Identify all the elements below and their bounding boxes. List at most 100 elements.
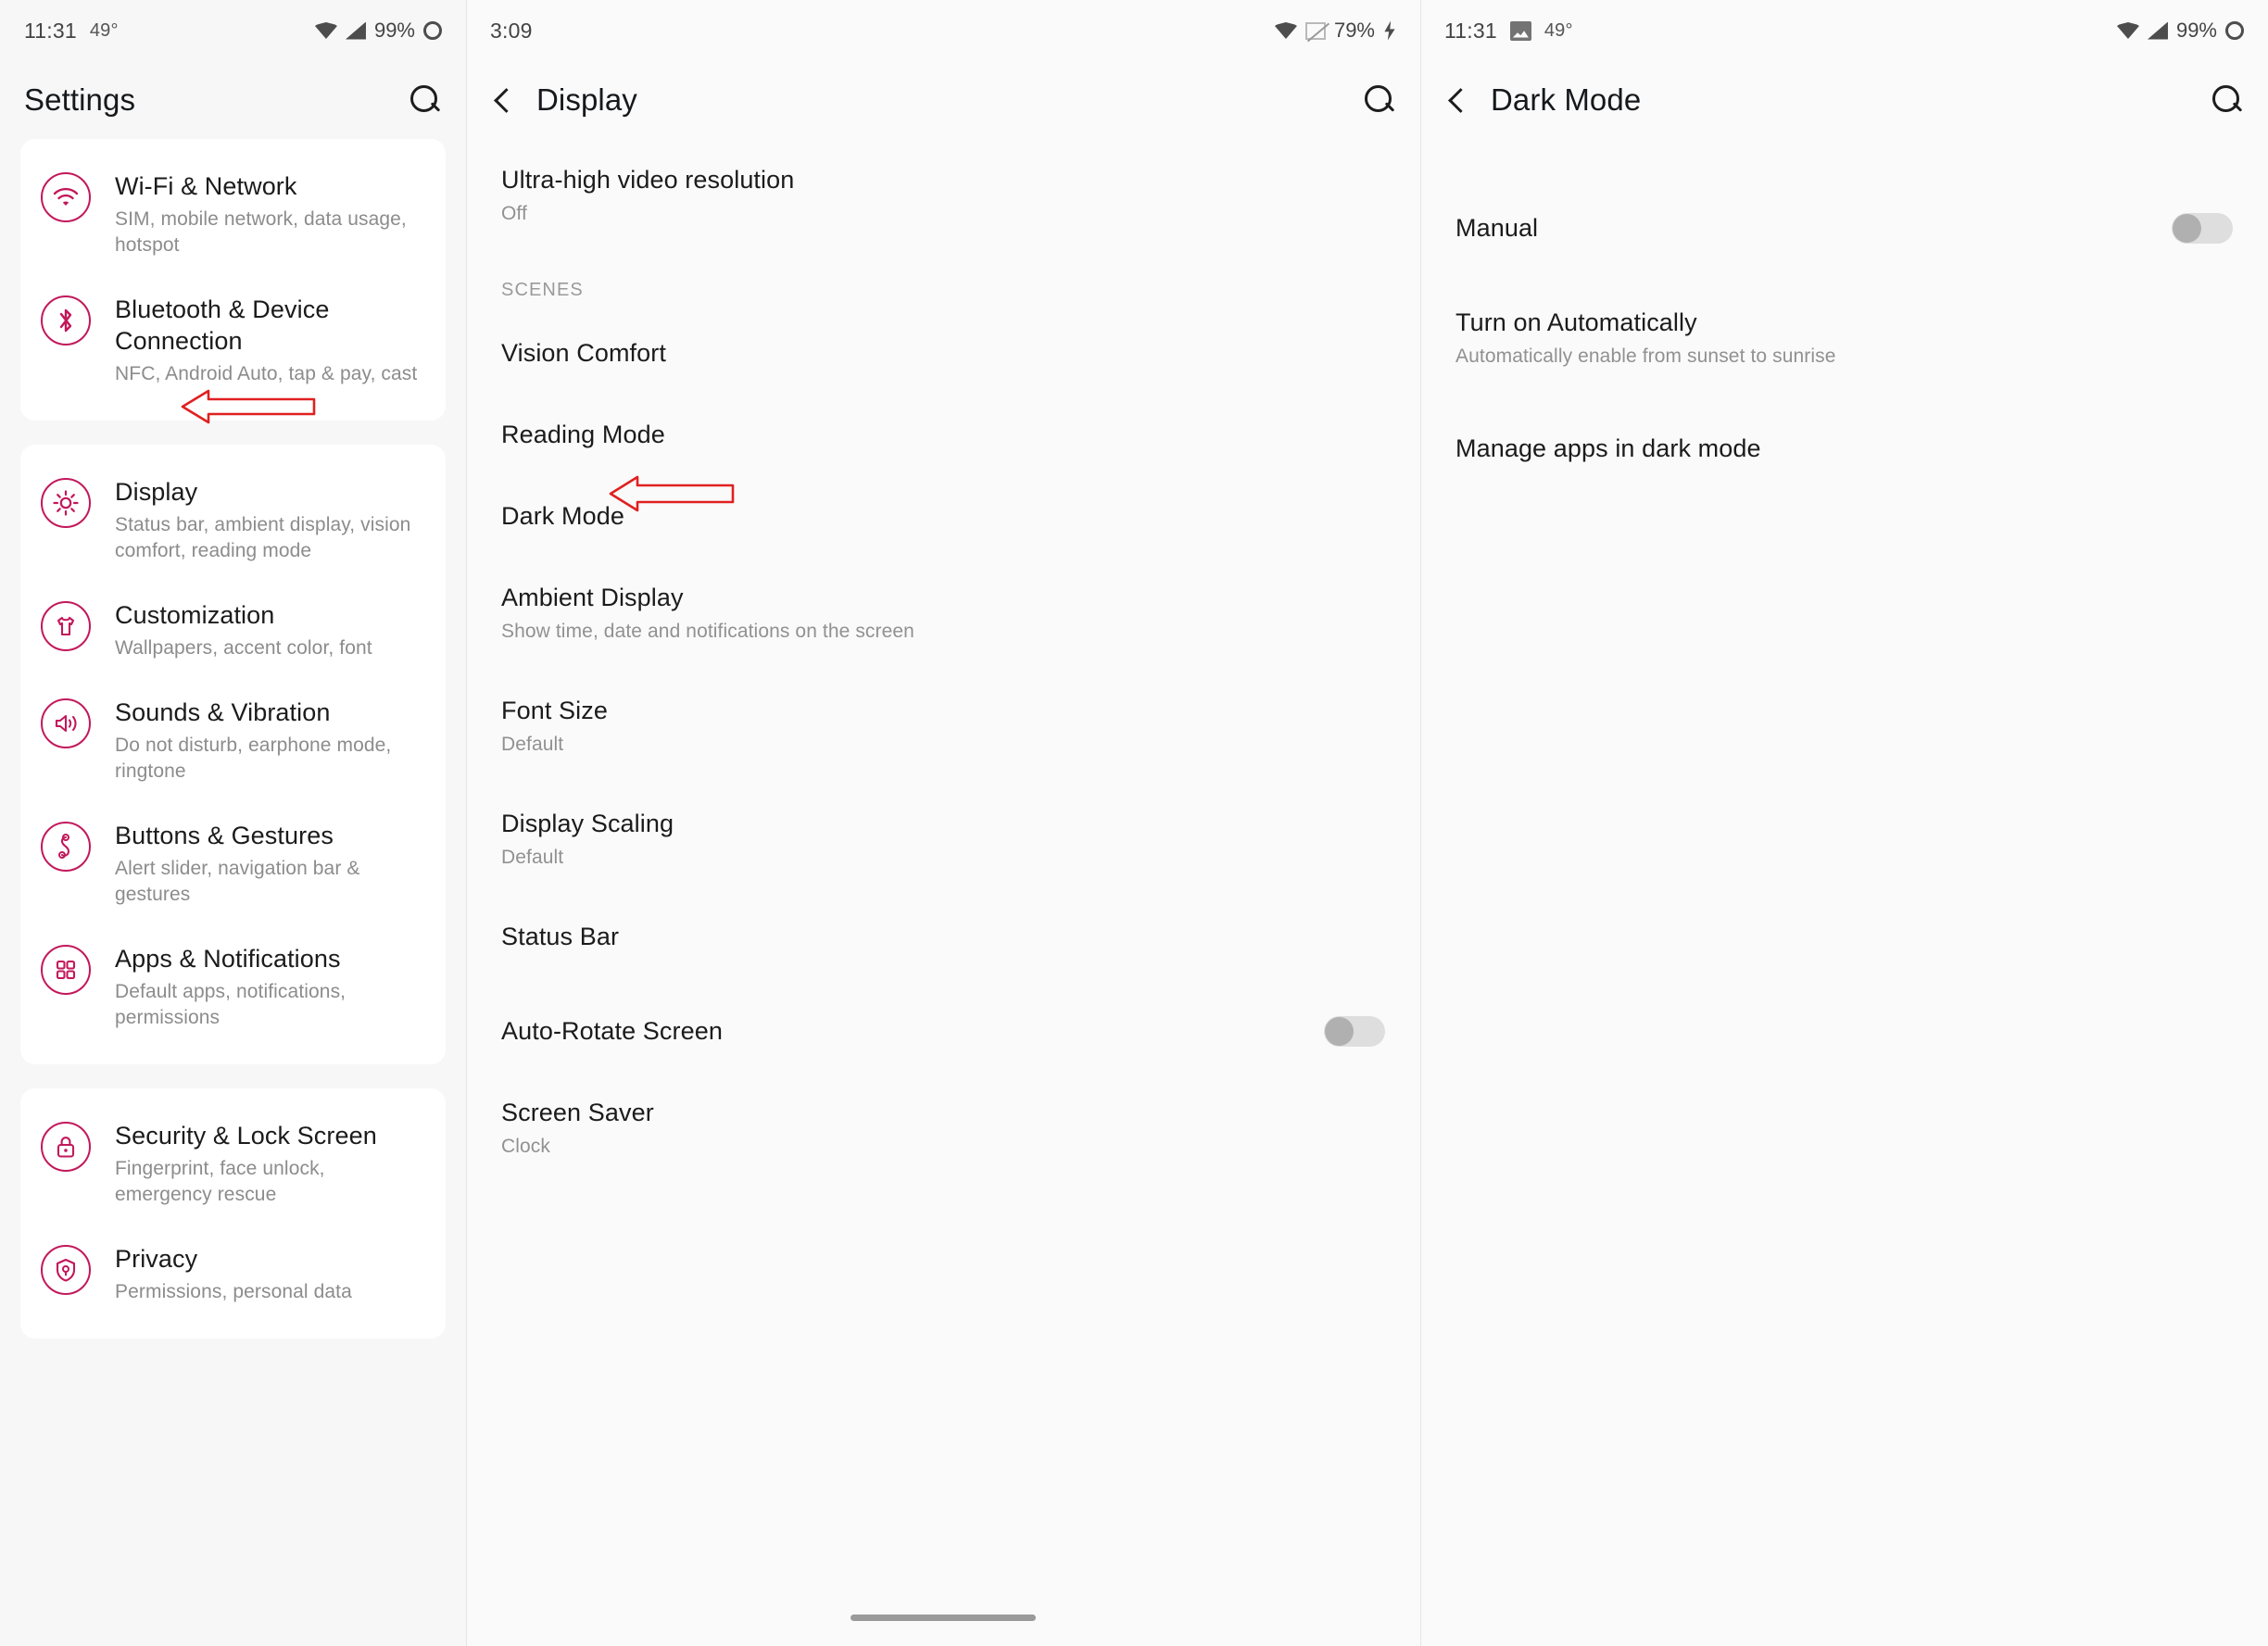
sidebar-item-sounds-vibration[interactable]: Sounds & Vibration Do not disturb, earph… [20,678,446,801]
sidebar-item-wifi-network[interactable]: Wi-Fi & Network SIM, mobile network, dat… [20,152,446,275]
list-item-label: Turn on Automatically [1455,308,1697,336]
list-item-vision-comfort[interactable]: Vision Comfort [501,312,1385,394]
list-item-value: Automatically enable from sunset to sunr… [1455,346,1836,367]
list-item-manual[interactable]: Manual [1455,187,2233,269]
sidebar-item-text: Privacy Permissions, personal data [115,1241,425,1305]
sidebar-item-subtitle: Default apps, notifications, permissions [115,981,346,1028]
list-item-label: Auto-Rotate Screen [501,1017,723,1045]
settings-card-list: Wi-Fi & Network SIM, mobile network, dat… [0,139,466,1338]
list-item-text: Manage apps in dark mode [1455,432,2233,465]
search-icon[interactable] [1363,83,1396,117]
list-item-value: Default [501,734,564,755]
status-time: 11:31 [24,18,77,43]
sidebar-item-subtitle: Fingerprint, face unlock, emergency resc… [115,1158,325,1205]
status-bar-left: 3:09 [490,19,533,44]
status-temperature: 49° [1544,19,1573,41]
battery-ring-icon [2225,21,2244,40]
settings-group-device: Display Status bar, ambient display, vis… [20,445,446,1064]
manual-dark-mode-toggle[interactable] [2172,212,2233,244]
sidebar-item-text: Wi-Fi & Network SIM, mobile network, dat… [115,169,425,258]
list-item-label: Reading Mode [501,421,665,448]
sidebar-item-text: Customization Wallpapers, accent color, … [115,597,425,661]
sidebar-item-label: Buttons & Gestures [115,822,334,849]
sidebar-item-text: Display Status bar, ambient display, vis… [115,474,425,564]
list-item-dark-mode[interactable]: Dark Mode [501,475,1385,557]
list-item-status-bar[interactable]: Status Bar [501,896,1385,977]
sidebar-item-subtitle: Do not disturb, earphone mode, ringtone [115,735,392,782]
sidebar-item-label: Customization [115,601,275,629]
back-icon[interactable] [490,88,514,112]
bluetooth-icon [41,295,91,346]
sidebar-item-label: Sounds & Vibration [115,698,331,726]
sidebar-item-security-lock-screen[interactable]: Security & Lock Screen Fingerprint, face… [20,1101,446,1225]
wifi-icon [2116,22,2139,39]
brightness-icon [41,478,91,528]
sidebar-item-subtitle: Alert slider, navigation bar & gestures [115,858,360,905]
signal-icon [2147,21,2168,40]
status-time: 11:31 [1444,18,1497,43]
list-item-label: Dark Mode [501,502,624,530]
list-item-turn-on-automatically[interactable]: Turn on Automatically Automatically enab… [1455,282,2233,395]
sidebar-item-label: Bluetooth & Device Connection [115,295,330,355]
sidebar-item-label: Display [115,478,198,506]
settings-group-network: Wi-Fi & Network SIM, mobile network, dat… [20,139,446,421]
status-bar-left: 11:31 49° [24,19,119,44]
status-bar-settings: 11:31 49° 99% [0,0,466,61]
list-item-auto-rotate-screen[interactable]: Auto-Rotate Screen [501,990,1385,1072]
dark-mode-panel: 11:31 49° 99% Dark Mode Manual Turn on A… [1420,0,2268,1646]
search-icon[interactable] [409,83,442,117]
volume-icon [41,698,91,748]
sidebar-item-subtitle: Status bar, ambient display, vision comf… [115,514,411,561]
list-item-text: Dark Mode [501,499,1385,533]
settings-panel: 11:31 49° 99% Settings Wi-Fi & Network S… [0,0,466,1646]
status-bar-left: 11:31 49° [1444,19,1573,44]
dark-mode-settings-list: Manual Turn on Automatically Automatical… [1420,139,2268,489]
list-item-label: Vision Comfort [501,339,666,367]
search-icon[interactable] [2211,83,2244,117]
status-bar-display: 3:09 79% [466,0,1420,61]
list-item-text: Reading Mode [501,418,1385,451]
display-appbar: Display [466,61,1420,139]
list-item-text: Auto-Rotate Screen [501,1014,1324,1048]
page-title: Display [536,82,637,117]
sidebar-item-customization[interactable]: Customization Wallpapers, accent color, … [20,581,446,678]
sidebar-item-text: Sounds & Vibration Do not disturb, earph… [115,695,425,785]
list-item-ultra-high-video-resolution[interactable]: Ultra-high video resolution Off [501,139,1385,252]
darkmode-appbar: Dark Mode [1420,61,2268,139]
charging-bolt-icon [1384,20,1395,41]
list-item-value: Show time, date and notifications on the… [501,621,914,642]
battery-ring-icon [423,21,442,40]
list-item-font-size[interactable]: Font Size Default [501,670,1385,783]
sidebar-item-display[interactable]: Display Status bar, ambient display, vis… [20,458,446,581]
sidebar-item-text: Apps & Notifications Default apps, notif… [115,941,425,1031]
list-item-display-scaling[interactable]: Display Scaling Default [501,783,1385,896]
list-item-text: Vision Comfort [501,336,1385,370]
list-item-ambient-display[interactable]: Ambient Display Show time, date and noti… [501,557,1385,670]
auto-rotate-toggle[interactable] [1324,1015,1385,1047]
sidebar-item-apps-notifications[interactable]: Apps & Notifications Default apps, notif… [20,924,446,1048]
sidebar-item-privacy[interactable]: Privacy Permissions, personal data [20,1225,446,1322]
apps-grid-icon [41,945,91,995]
list-item-value: Default [501,847,564,868]
list-item-text: Display Scaling Default [501,807,1385,872]
list-item-manage-apps-in-dark-mode[interactable]: Manage apps in dark mode [1455,408,2233,489]
list-item-value: Clock [501,1136,551,1157]
sidebar-item-text: Security & Lock Screen Fingerprint, face… [115,1118,425,1208]
back-icon[interactable] [1444,88,1468,112]
display-panel: 3:09 79% Display Ultra-high video resolu… [466,0,1420,1646]
status-time: 3:09 [490,18,533,43]
list-item-screen-saver[interactable]: Screen Saver Clock [501,1072,1385,1185]
list-item-reading-mode[interactable]: Reading Mode [501,394,1385,475]
settings-appbar: Settings [0,61,466,139]
sidebar-item-subtitle: Wallpapers, accent color, font [115,637,372,659]
list-item-label: Display Scaling [501,810,674,837]
list-item-label: Status Bar [501,923,620,950]
list-item-text: Font Size Default [501,694,1385,759]
sidebar-item-buttons-gestures[interactable]: Buttons & Gestures Alert slider, navigat… [20,801,446,924]
photo-icon [1509,20,1531,41]
sidebar-item-subtitle: NFC, Android Auto, tap & pay, cast [115,363,418,384]
status-bar-darkmode: 11:31 49° 99% [1420,0,2268,61]
page-title: Dark Mode [1491,82,1642,117]
sidebar-item-bluetooth-device-connection[interactable]: Bluetooth & Device Connection NFC, Andro… [20,275,446,404]
